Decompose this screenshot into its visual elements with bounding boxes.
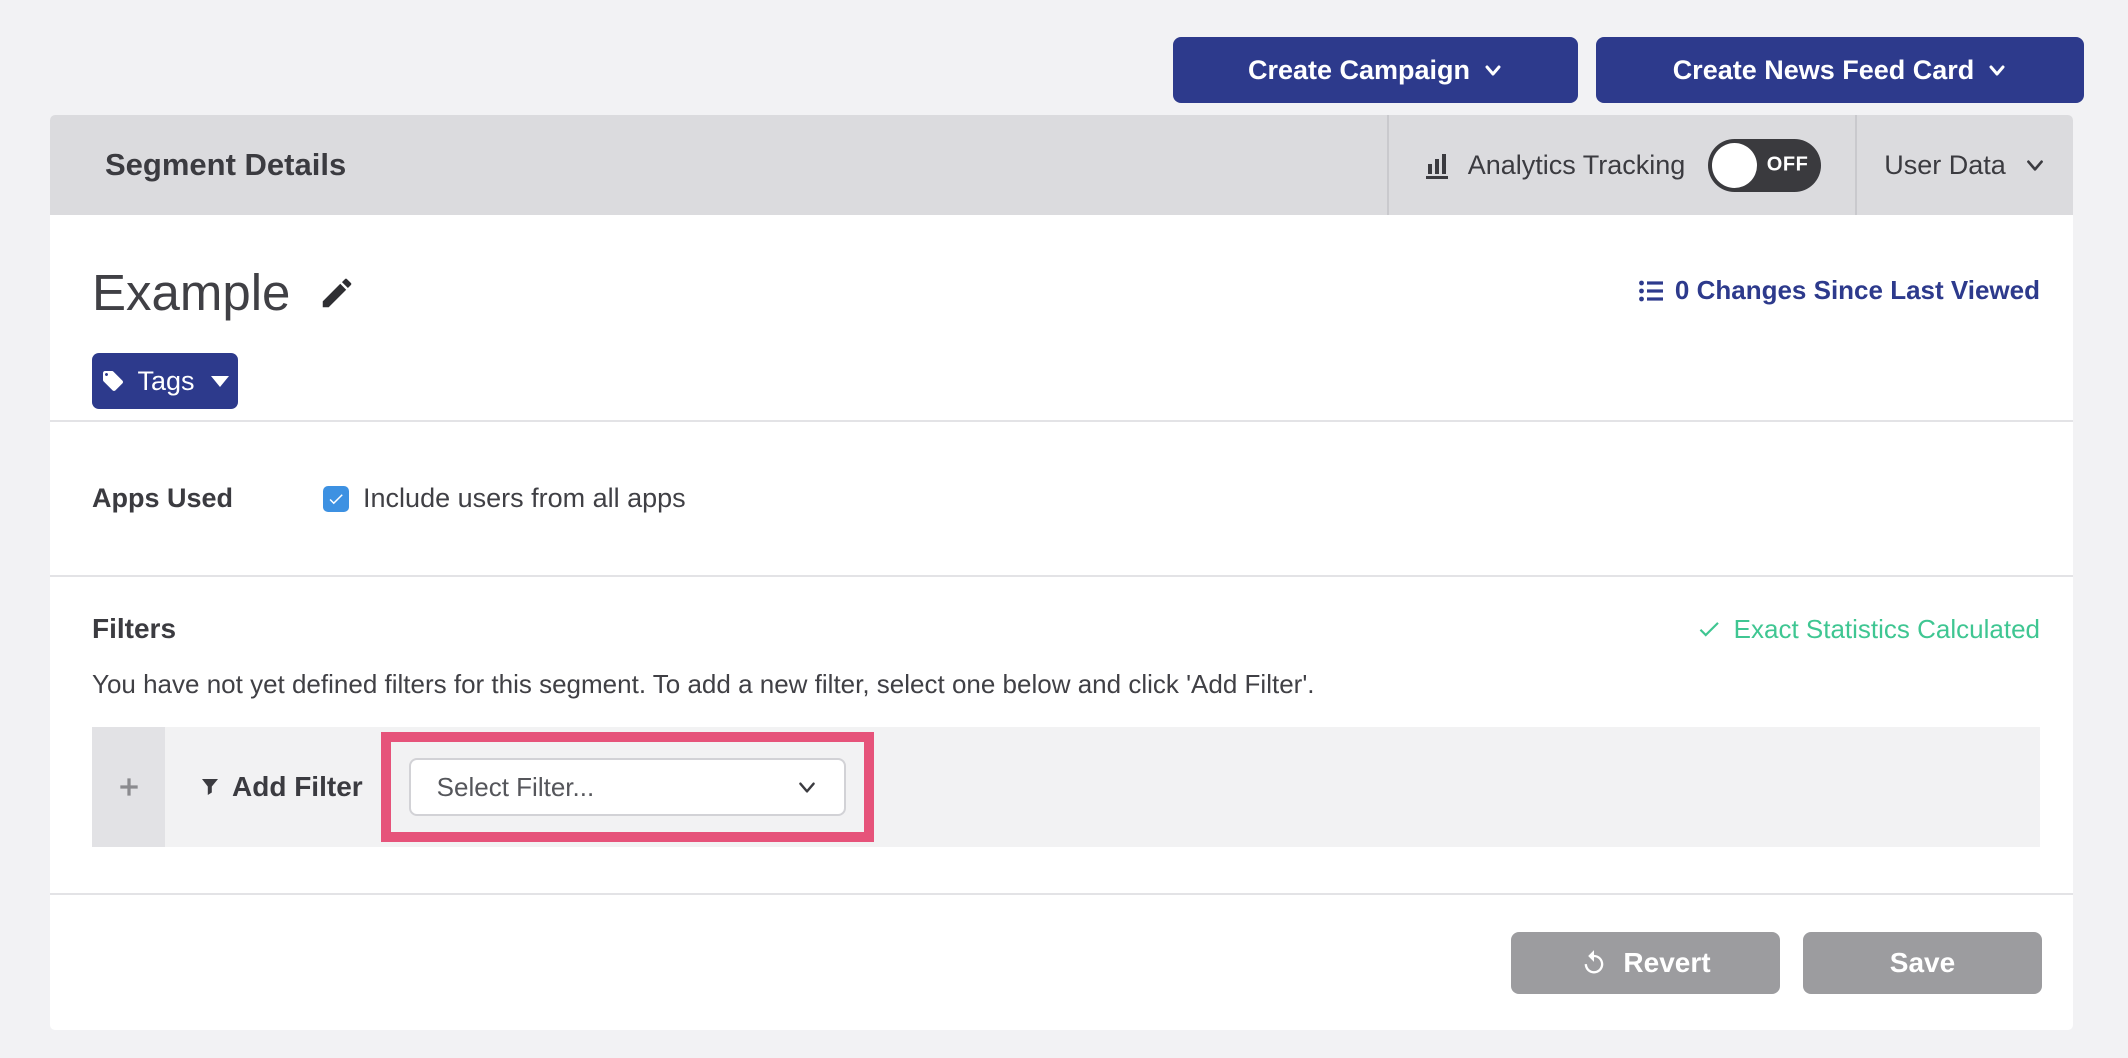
checkmark-icon [327,490,345,508]
revert-button[interactable]: Revert [1511,932,1780,994]
filters-label: Filters [92,613,176,645]
analytics-tracking-label: Analytics Tracking [1468,150,1686,181]
apps-used-label: Apps Used [92,483,233,514]
caret-down-icon [211,376,229,387]
list-icon [1638,278,1664,304]
funnel-icon [198,775,222,799]
analytics-tracking-toggle[interactable]: OFF [1708,139,1821,192]
filters-empty-message: You have not yet defined filters for thi… [92,669,2040,700]
changes-link-label: 0 Changes Since Last Viewed [1675,275,2040,306]
edit-pencil-icon[interactable] [318,274,356,312]
annotation-highlight-box: Select Filter... [381,732,874,842]
segment-name: Example [92,265,290,321]
create-news-feed-card-label: Create News Feed Card [1673,55,1975,86]
include-all-apps-checkbox[interactable] [323,486,349,512]
footer-actions: Revert Save [50,893,2073,1030]
apps-used-section: Apps Used Include users from all apps [50,420,2073,575]
card-header: Segment Details Analytics Tracking OFF U… [50,115,2073,215]
save-button[interactable]: Save [1803,932,2042,994]
segment-details-card: Segment Details Analytics Tracking OFF U… [50,115,2073,1030]
filters-section: Filters Exact Statistics Calculated You … [50,575,2073,893]
bar-chart-icon [1423,150,1453,180]
exact-statistics-status: Exact Statistics Calculated [1696,614,2040,645]
page-title: Segment Details [50,115,1387,215]
save-button-label: Save [1890,947,1955,979]
add-filter-label-group: Add Filter [198,771,363,803]
exact-statistics-label: Exact Statistics Calculated [1734,614,2040,645]
user-data-label: User Data [1884,150,2006,181]
analytics-tracking-section: Analytics Tracking OFF [1387,115,1855,215]
add-filter-row: Add Filter Select Filter... [92,727,2040,847]
tags-button-label: Tags [137,366,194,397]
add-filter-plus-button[interactable] [92,727,165,847]
chevron-down-icon [2024,154,2046,176]
add-filter-label: Add Filter [232,771,363,803]
tag-icon [101,369,125,393]
create-campaign-button[interactable]: Create Campaign [1173,37,1578,103]
revert-button-label: Revert [1623,947,1710,979]
segment-title-section: Example 0 Changes Since Last Viewed [50,215,2073,420]
undo-icon [1580,949,1608,977]
plus-icon [116,774,142,800]
checkmark-icon [1696,616,1722,642]
include-all-apps-option[interactable]: Include users from all apps [323,483,686,514]
chevron-down-icon [796,776,818,798]
tags-button[interactable]: Tags [92,353,238,409]
changes-since-last-viewed-link[interactable]: 0 Changes Since Last Viewed [1638,275,2040,306]
user-data-dropdown[interactable]: User Data [1855,115,2073,215]
create-news-feed-card-button[interactable]: Create News Feed Card [1596,37,2084,103]
create-campaign-label: Create Campaign [1248,55,1470,86]
chevron-down-icon [1987,60,2007,80]
chevron-down-icon [1483,60,1503,80]
toggle-state-label: OFF [1767,154,1809,177]
include-all-apps-label: Include users from all apps [363,483,686,514]
toggle-knob [1712,143,1757,188]
select-filter-placeholder: Select Filter... [437,772,595,803]
select-filter-dropdown[interactable]: Select Filter... [409,758,846,816]
